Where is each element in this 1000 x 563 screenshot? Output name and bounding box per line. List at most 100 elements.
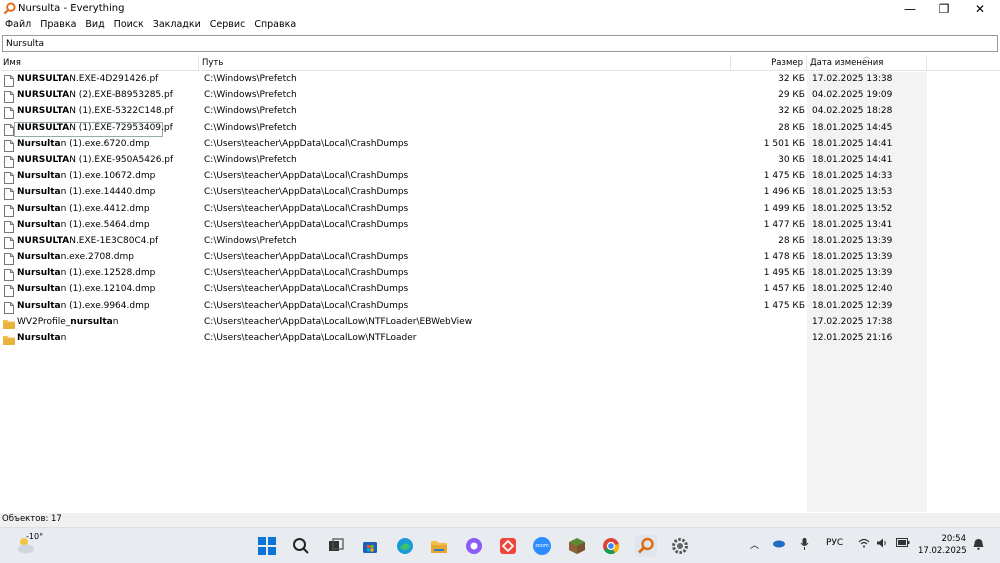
table-row[interactable]: WV2Profile_nursultan C:\Users\teacher\App…: [0, 316, 1000, 332]
row-path: C:\Users\teacher\AppData\Local\CrashDump…: [204, 171, 409, 182]
name-match: Nursulta: [17, 219, 61, 230]
onedrive-icon[interactable]: [772, 538, 786, 551]
menu-search[interactable]: Поиск: [111, 18, 147, 34]
name-rest: N (1).EXE-5322C148.pf: [69, 106, 174, 117]
row-date: 18.01.2025 13:53: [812, 187, 893, 198]
zoom-icon[interactable]: zoom: [531, 535, 553, 557]
battery-icon[interactable]: [896, 538, 910, 550]
row-name[interactable]: NURSULTAN (1).EXE-5322C148.pf: [17, 106, 173, 116]
row-name[interactable]: Nursultan (1).exe.9964.dmp: [17, 301, 150, 311]
row-name[interactable]: NURSULTAN (2).EXE-B8953285.pf: [17, 90, 173, 100]
name-rest: n (1).exe.12528.dmp: [60, 268, 156, 279]
row-name[interactable]: Nursultan (1).exe.12104.dmp: [17, 284, 155, 294]
name-match: Nursulta: [17, 284, 61, 295]
name-match: Nursulta: [17, 300, 61, 311]
row-name[interactable]: NURSULTAN.EXE-1E3C80C4.pf: [17, 236, 158, 246]
name-rest: n (1).exe.12104.dmp: [60, 284, 156, 295]
row-name[interactable]: Nursultan (1).exe.4412.dmp: [17, 204, 150, 214]
edge-icon[interactable]: [394, 535, 416, 557]
row-name[interactable]: Nursultan (1).exe.10672.dmp: [17, 171, 155, 181]
row-path: C:\Users\teacher\AppData\Local\CrashDump…: [204, 187, 409, 198]
row-date: 18.01.2025 13:52: [812, 203, 893, 214]
name-rest: n (1).exe.14440.dmp: [60, 187, 156, 198]
everything-icon[interactable]: [635, 535, 657, 557]
microphone-icon[interactable]: [800, 538, 809, 553]
file-explorer-icon[interactable]: [428, 535, 450, 557]
task-view-icon[interactable]: [325, 535, 347, 557]
row-name[interactable]: WV2Profile_nursultan: [17, 317, 118, 327]
column-header-path[interactable]: Путь: [199, 55, 731, 71]
menu-tools[interactable]: Сервис: [207, 18, 249, 34]
table-row[interactable]: Nursultan (1).exe.12528.dmp C:\Users\teac…: [0, 267, 1000, 283]
table-row[interactable]: Nursultan (1).exe.12104.dmp C:\Users\teac…: [0, 283, 1000, 299]
table-row[interactable]: NURSULTAN.EXE-1E3C80C4.pf C:\Windows\Pref…: [0, 235, 1000, 251]
table-row[interactable]: Nursultan (1).exe.9964.dmp C:\Users\teach…: [0, 300, 1000, 316]
name-rest: n.exe.2708.dmp: [60, 252, 134, 263]
table-row[interactable]: NURSULTAN (2).EXE-B8953285.pf C:\Windows\…: [0, 89, 1000, 105]
name-rest: N (2).EXE-B8953285.pf: [69, 90, 173, 101]
table-row[interactable]: NURSULTAN (1).EXE-5322C148.pf C:\Windows\…: [0, 105, 1000, 121]
menu-view[interactable]: Вид: [82, 18, 107, 34]
table-row[interactable]: Nursultan (1).exe.10672.dmp C:\Users\teac…: [0, 170, 1000, 186]
name-rest: n (1).exe.6720.dmp: [60, 138, 150, 149]
table-row[interactable]: Nursultan C:\Users\teacher\AppData\LocalL…: [0, 332, 1000, 348]
row-name[interactable]: Nursultan: [17, 333, 66, 343]
status-bar: Объектов: 17: [0, 513, 1000, 527]
maximize-button[interactable]: ❐: [927, 0, 961, 18]
table-row[interactable]: NURSULTAN (1).EXE-950A5426.pf C:\Windows\…: [0, 154, 1000, 170]
minimize-button[interactable]: —: [893, 0, 927, 18]
table-row[interactable]: Nursultan (1).exe.14440.dmp C:\Users\teac…: [0, 186, 1000, 202]
row-size: 1 499 КБ: [763, 203, 805, 214]
settings-icon[interactable]: [669, 535, 691, 557]
table-row[interactable]: Nursultan (1).exe.5464.dmp C:\Users\teach…: [0, 219, 1000, 235]
row-path: C:\Users\teacher\AppData\Local\CrashDump…: [204, 252, 409, 263]
menu-help[interactable]: Справка: [251, 18, 299, 34]
row-size: 30 КБ: [778, 154, 805, 165]
folder-icon: [3, 319, 15, 329]
notification-bell-icon[interactable]: [973, 538, 984, 553]
row-name[interactable]: Nursultan.exe.2708.dmp: [17, 252, 134, 262]
row-name[interactable]: NURSULTAN.EXE-4D291426.pf: [17, 74, 158, 84]
anydesk-icon[interactable]: [497, 535, 519, 557]
language-indicator[interactable]: РУС: [826, 538, 843, 548]
row-date: 18.01.2025 12:39: [812, 300, 893, 311]
name-match: NURSULTA: [17, 235, 70, 246]
row-name[interactable]: NURSULTAN (1).EXE-72953409.pf: [17, 123, 173, 133]
menu-bookmarks[interactable]: Закладки: [150, 18, 204, 34]
column-header-date[interactable]: Дата изменения: [807, 55, 927, 71]
table-row[interactable]: Nursultan.exe.2708.dmp C:\Users\teacher\A…: [0, 251, 1000, 267]
windows-start-icon[interactable]: [256, 535, 278, 557]
chrome-icon[interactable]: [600, 535, 622, 557]
menu-edit[interactable]: Правка: [37, 18, 79, 34]
volume-icon[interactable]: [876, 538, 888, 551]
row-name[interactable]: Nursultan (1).exe.6720.dmp: [17, 139, 150, 149]
column-header-size[interactable]: Размер: [731, 55, 807, 71]
store-icon[interactable]: [359, 535, 381, 557]
row-size: 29 КБ: [778, 90, 805, 101]
name-match: NURSULTA: [17, 106, 70, 117]
minecraft-icon[interactable]: [566, 535, 588, 557]
row-name[interactable]: Nursultan (1).exe.14440.dmp: [17, 187, 155, 197]
menu-file[interactable]: Файл: [2, 18, 34, 34]
search-icon[interactable]: [290, 535, 312, 557]
name-match: Nursulta: [17, 187, 61, 198]
row-name[interactable]: NURSULTAN (1).EXE-950A5426.pf: [17, 155, 173, 165]
weather-temperature: -10°: [26, 532, 44, 541]
chevron-up-icon[interactable]: ︿: [750, 538, 759, 551]
table-row[interactable]: Nursultan (1).exe.6720.dmp C:\Users\teach…: [0, 138, 1000, 154]
column-header-name[interactable]: Имя: [0, 55, 199, 71]
row-path: C:\Users\teacher\AppData\Local\CrashDump…: [204, 300, 409, 311]
table-row[interactable]: Nursultan (1).exe.4412.dmp C:\Users\teach…: [0, 203, 1000, 219]
name-rest: n: [60, 333, 67, 343]
name-match: NURSULTA: [17, 74, 70, 84]
row-size: 1 496 КБ: [763, 187, 805, 198]
alice-icon[interactable]: [463, 535, 485, 557]
table-row[interactable]: NURSULTAN (1).EXE-72953409.pf C:\Windows\…: [0, 121, 1000, 138]
row-name[interactable]: Nursultan (1).exe.12528.dmp: [17, 268, 155, 278]
search-input[interactable]: [2, 35, 998, 52]
system-clock[interactable]: 20:54 17.02.2025: [918, 533, 967, 557]
table-row[interactable]: NURSULTAN.EXE-4D291426.pf C:\Windows\Pref…: [0, 73, 1000, 89]
wifi-icon[interactable]: [858, 538, 870, 551]
row-name[interactable]: Nursultan (1).exe.5464.dmp: [17, 220, 150, 230]
close-button[interactable]: ✕: [963, 0, 997, 18]
